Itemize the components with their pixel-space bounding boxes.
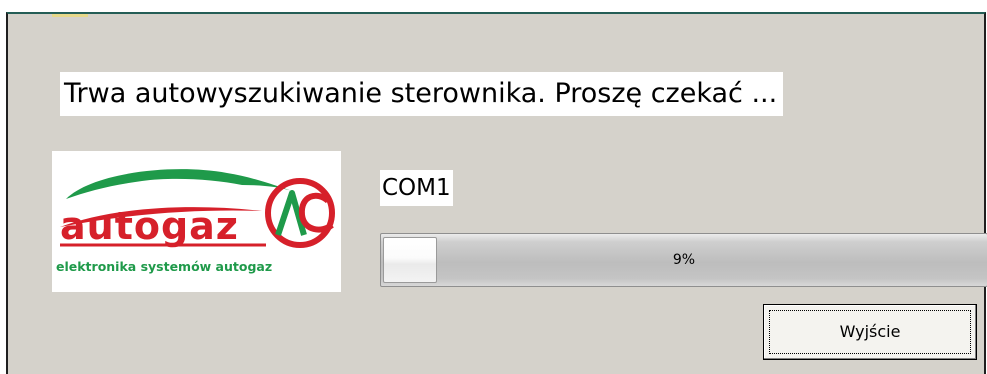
exit-button-label: Wyjście	[839, 322, 901, 341]
logo-tagline: elektronika systemów autogaz	[56, 259, 272, 274]
window-top-accent	[52, 14, 88, 17]
exit-button[interactable]: Wyjście	[763, 304, 977, 360]
status-message: Trwa autowyszukiwanie sterownika. Proszę…	[60, 72, 784, 116]
com-port-label: COM1	[380, 170, 453, 206]
search-progress-bar: 9%	[380, 233, 987, 287]
logo-wordmark: autogaz	[60, 204, 239, 248]
autogaz-logo: autogaz elektronika systemów autogaz	[52, 151, 341, 292]
progress-percent-text: 9%	[672, 252, 696, 268]
